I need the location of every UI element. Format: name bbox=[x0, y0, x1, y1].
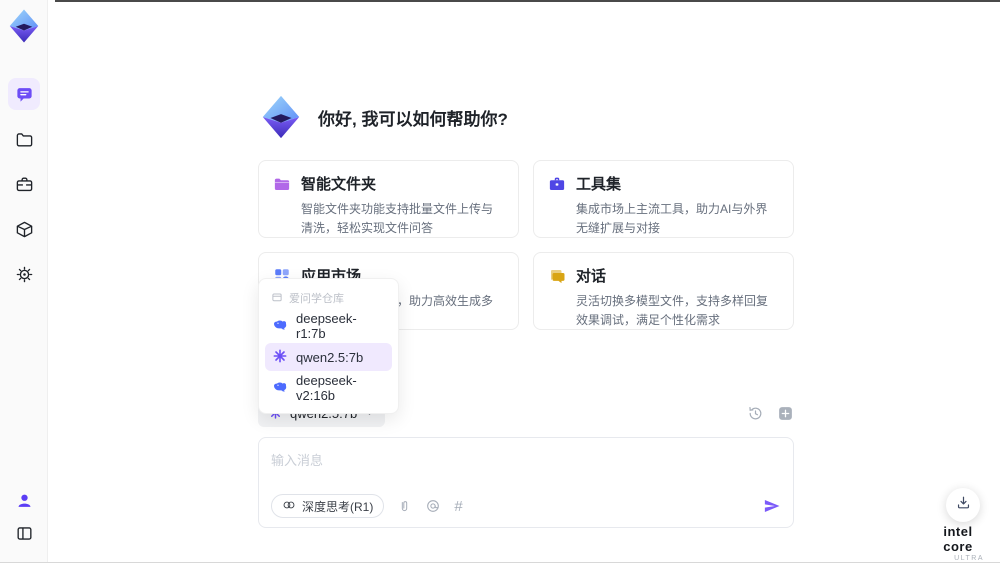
intel-brand-text: intel core bbox=[943, 524, 973, 554]
user-icon bbox=[15, 491, 34, 510]
attachment-icon[interactable] bbox=[397, 499, 412, 514]
model-dropdown-header: 爱问学仓库 bbox=[259, 285, 398, 309]
sidebar bbox=[0, 0, 48, 563]
deepseek-icon bbox=[272, 379, 288, 398]
history-icon[interactable] bbox=[746, 405, 764, 423]
folder-icon bbox=[15, 130, 34, 149]
card-smart-folder[interactable]: 智能文件夹 智能文件夹功能支持批量文件上传与清洗，轻松实现文件问答 bbox=[258, 160, 519, 238]
card-dialogue[interactable]: 对话 灵活切换多模型文件，支持多样回复效果调试，满足个性化需求 bbox=[533, 252, 794, 330]
model-option-deepseek-r1[interactable]: deepseek-r1:7b bbox=[265, 311, 392, 341]
card-toolset[interactable]: 工具集 集成市场上主流工具，助力AI与外界无缝扩展与对接 bbox=[533, 160, 794, 238]
sidebar-item-folders[interactable] bbox=[8, 123, 40, 155]
model-option-deepseek-v2[interactable]: deepseek-v2:16b bbox=[265, 373, 392, 403]
new-chat-icon[interactable] bbox=[776, 405, 794, 423]
sidebar-item-settings[interactable] bbox=[8, 258, 40, 290]
repo-icon bbox=[271, 291, 283, 306]
model-option-label: deepseek-v2:16b bbox=[296, 373, 357, 403]
greeting-title: 你好, 我可以如何帮助你? bbox=[318, 109, 508, 129]
chat-icon bbox=[15, 85, 34, 104]
deep-think-label: 深度思考(R1) bbox=[302, 499, 374, 514]
sidebar-item-account[interactable] bbox=[8, 484, 40, 516]
sidebar-item-models[interactable] bbox=[8, 213, 40, 245]
dialogue-icon bbox=[548, 267, 566, 285]
intel-brand-sub: ULTRA bbox=[954, 555, 984, 562]
card-title: 工具集 bbox=[576, 176, 622, 193]
deepseek-icon bbox=[272, 317, 288, 336]
message-composer: 深度思考(R1) # bbox=[258, 437, 794, 528]
model-option-qwen[interactable]: qwen2.5:7b bbox=[265, 343, 392, 371]
model-dropdown-header-label: 爱问学仓库 bbox=[289, 293, 344, 305]
briefcase-icon bbox=[15, 175, 34, 194]
main-area: 你好, 我可以如何帮助你? 智能文件夹 智能文件夹功能支持批量文件上传与清洗，轻… bbox=[48, 0, 1000, 563]
intel-badge: intel core ULTRA bbox=[928, 524, 988, 562]
gear-icon bbox=[15, 265, 34, 284]
sidebar-item-toolbox[interactable] bbox=[8, 168, 40, 200]
sidebar-item-chat[interactable] bbox=[8, 78, 40, 110]
card-desc: 智能文件夹功能支持批量文件上传与清洗，轻松实现文件问答 bbox=[301, 202, 494, 235]
hash-icon[interactable]: # bbox=[454, 499, 462, 514]
deep-think-toggle[interactable]: 深度思考(R1) bbox=[271, 494, 385, 518]
app-logo-large bbox=[258, 93, 304, 141]
download-button[interactable] bbox=[946, 488, 980, 522]
sidebar-item-collapse[interactable] bbox=[8, 517, 40, 549]
card-desc: 灵活切换多模型文件，支持多样回复效果调试，满足个性化需求 bbox=[576, 294, 769, 327]
panel-icon bbox=[15, 524, 34, 543]
composer-top-actions bbox=[746, 405, 794, 423]
send-icon[interactable] bbox=[763, 497, 781, 515]
toolset-icon bbox=[548, 175, 566, 193]
deepthink-icon bbox=[282, 498, 296, 515]
card-title: 智能文件夹 bbox=[301, 176, 377, 193]
message-input[interactable] bbox=[259, 438, 793, 484]
app-logo bbox=[6, 6, 42, 46]
window-top-edge bbox=[55, 0, 1000, 2]
download-icon bbox=[955, 494, 972, 516]
greeting: 你好, 我可以如何帮助你? bbox=[258, 93, 508, 141]
smart-folder-icon bbox=[273, 175, 291, 193]
model-option-label: qwen2.5:7b bbox=[296, 349, 364, 365]
model-dropdown: 爱问学仓库 deepseek-r1:7b qwen2.5:7b deepseek… bbox=[258, 278, 399, 414]
cube-icon bbox=[15, 220, 34, 239]
qwen-icon bbox=[272, 348, 288, 367]
composer-bottom-bar: 深度思考(R1) # bbox=[271, 494, 781, 518]
mention-icon[interactable] bbox=[425, 498, 441, 514]
card-title: 对话 bbox=[576, 268, 607, 285]
model-option-label: deepseek-r1:7b bbox=[296, 311, 357, 341]
card-desc: 集成市场上主流工具，助力AI与外界无缝扩展与对接 bbox=[576, 202, 768, 235]
